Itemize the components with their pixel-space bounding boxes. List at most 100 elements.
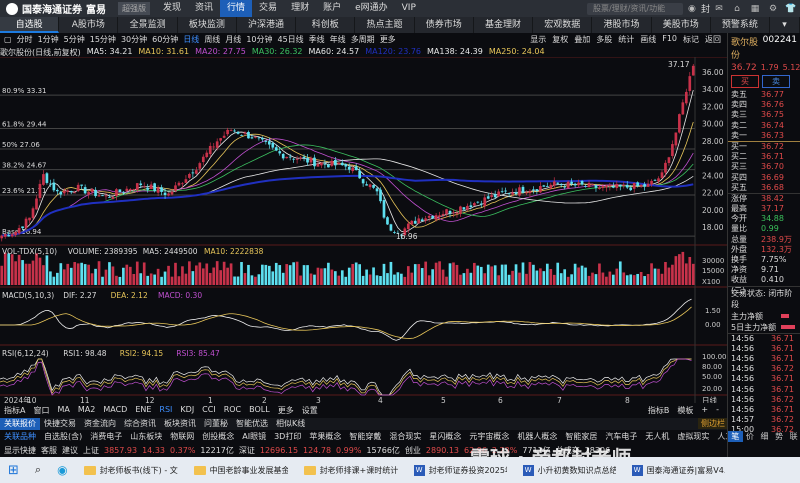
top-menu-item[interactable]: 发现 [156,0,188,17]
concept-tag[interactable]: 山东板块 [126,431,166,443]
market-tab[interactable]: 预警系统 [711,17,771,33]
indicator-tab[interactable]: 设置 [298,405,322,417]
taskbar-app[interactable]: 封老师板书(线下) - 文件 [76,465,186,476]
period-tab[interactable]: 15分钟 [90,34,116,45]
indicator-tab[interactable]: RSI [155,405,176,417]
mail-icon[interactable]: ✉ [710,4,728,14]
grid-icon[interactable]: ▦ [746,4,764,14]
status-link[interactable]: 客服 [41,445,57,456]
taskbar-app[interactable]: W国泰海通证券|富易V4.14 [624,464,733,476]
bottom-tab[interactable]: 智能优选 [232,418,272,430]
kline-chart[interactable]: 80.9% 33.31 61.8% 29.44 50% 27.06 38.2% 24.… [0,57,727,403]
search-icon[interactable]: ⌕ [27,463,49,477]
bottom-tab[interactable]: 综合资讯 [120,418,160,430]
chart-tool-button[interactable]: 画线 [640,34,656,45]
indicator-tab[interactable]: 指标A [0,405,29,417]
indicator-tab[interactable]: 更多 [274,405,298,417]
period-tab[interactable]: 周线 [204,34,220,45]
indicator-right-button[interactable]: - [712,405,723,417]
indicator-tab[interactable]: 窗口 [29,405,53,417]
chart-tool-button[interactable]: F10 [662,34,677,45]
top-menu-item[interactable]: e网通办 [348,0,395,17]
concept-tag[interactable]: 混合现实 [385,431,425,443]
chart-tool-button[interactable]: 叠加 [574,34,590,45]
top-menu-item[interactable]: VIP [395,0,423,17]
period-tab[interactable]: 日线 [183,34,199,45]
period-tab[interactable]: 更多 [380,34,396,45]
period-tab[interactable]: 5分钟 [64,34,85,45]
status-link[interactable]: 显示快捷 [4,445,36,456]
period-tab[interactable]: 60分钟 [152,34,178,45]
market-tab[interactable]: 热点主题 [355,17,415,33]
bottom-tab[interactable]: 问董秘 [200,418,232,430]
chart-tool-button[interactable]: 返回 [705,34,721,45]
concept-tag[interactable]: 关联品种 [0,431,40,443]
home-icon[interactable]: ⌂ [728,4,746,14]
concept-tag[interactable]: 智能穿戴 [345,431,385,443]
edge-icon[interactable]: ◉ [49,463,75,477]
period-tab[interactable]: 1分钟 [38,34,59,45]
top-menu-item[interactable]: 理财 [284,0,316,17]
concept-tag[interactable]: 3D打印 [270,431,305,443]
period-tab[interactable]: 多周期 [351,34,375,45]
market-tab[interactable]: 港股市场 [592,17,652,33]
nav-more-icon[interactable]: ▾ [770,17,800,33]
indicator-tab[interactable]: ENE [131,405,155,417]
market-tab[interactable]: 宏观数据 [533,17,593,33]
market-tab[interactable]: 板块监测 [178,17,237,33]
windows-start-icon[interactable]: ⊞ [0,463,27,478]
taskbar-app[interactable]: 中国老龄事业发展基金会 [186,465,296,476]
market-tab[interactable]: 科创板 [296,17,356,33]
sell-button[interactable]: 卖 [762,75,790,88]
concept-tag[interactable]: 人工智能 [713,431,727,443]
indicator-tab[interactable]: CCI [198,405,220,417]
indicator-tab[interactable]: ROC [220,405,245,417]
concept-tag[interactable]: 星闪概念 [425,431,465,443]
period-tab[interactable]: 45日线 [278,34,304,45]
concept-tag[interactable]: 无人机 [641,431,673,443]
chart-tool-button[interactable]: 复权 [552,34,568,45]
edition-dropdown[interactable]: 超强版 [118,2,150,15]
quote-tab[interactable]: 细 [757,431,772,442]
status-link[interactable]: 建议 [62,445,78,456]
market-tab[interactable]: A股市场 [59,17,119,33]
market-tab[interactable]: 沪深港通 [237,17,297,33]
market-tab[interactable]: 自选股 [0,17,60,33]
top-menu-item[interactable]: 交易 [252,0,284,17]
concept-tag[interactable]: 创投概念 [198,431,238,443]
top-menu-item[interactable]: 资讯 [188,0,220,17]
indicator-tab[interactable]: MACD [99,405,131,417]
period-tab[interactable]: 月线 [225,34,241,45]
period-tab[interactable]: 分时 [17,34,33,45]
concept-tag[interactable]: 物联网 [166,431,198,443]
quote-tab[interactable]: 势 [772,431,787,442]
period-tab[interactable]: 30分钟 [121,34,147,45]
taskbar-app[interactable]: W 小升初黄数知识点总结 [515,464,624,476]
top-menu-item[interactable]: 行情 [220,0,253,17]
bottom-tab[interactable]: 资金流向 [80,418,120,430]
toggle-icon[interactable]: ▢ [4,35,12,44]
indicator-right-button[interactable]: 模板 [673,405,697,417]
market-tab[interactable]: 美股市场 [652,17,711,33]
gear-icon[interactable]: ⚙ [764,4,782,14]
indicator-tab[interactable]: BOLL [245,405,274,417]
indicator-tab[interactable]: MA2 [74,405,99,417]
shirt-icon[interactable]: 👕 [782,4,800,14]
quote-tab[interactable]: 价 [743,431,758,442]
top-menu-item[interactable]: 账户 [316,0,348,17]
period-tab[interactable]: 10分钟 [246,34,272,45]
chart-tool-button[interactable]: 多股 [596,34,612,45]
concept-tag[interactable]: 自选股(含) [40,431,86,443]
bottom-tab[interactable]: 快捷交易 [40,418,80,430]
buy-button[interactable]: 买 [731,75,759,88]
concept-tag[interactable]: 消费电子 [86,431,126,443]
taskbar-app[interactable]: W 封老师证券投资2025年 [406,464,515,476]
chart-tool-button[interactable]: 显示 [530,34,546,45]
user-name[interactable]: 封 [701,2,710,15]
user-icon[interactable]: ◉ [683,4,701,14]
market-tab[interactable]: 全景监测 [118,17,178,33]
chart-tool-button[interactable]: 标记 [683,34,699,45]
indicator-tab[interactable]: KDJ [176,405,198,417]
concept-tag[interactable]: 苹果概念 [305,431,345,443]
market-tab[interactable]: 基金理财 [474,17,534,33]
